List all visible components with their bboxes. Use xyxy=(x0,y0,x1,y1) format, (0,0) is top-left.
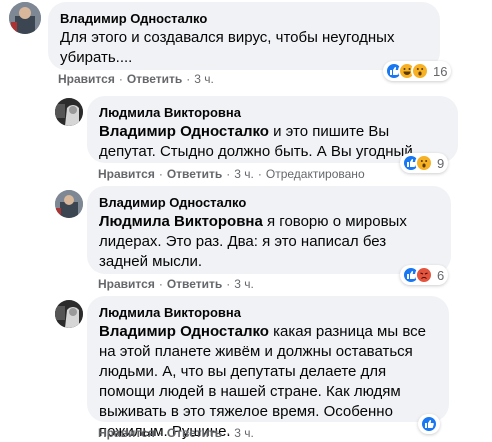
comment-author[interactable]: Владимир Односталко xyxy=(99,194,439,211)
timestamp[interactable]: 3 ч. xyxy=(194,72,214,86)
comment-actions: Нравится · Ответить · 3 ч. xyxy=(98,277,254,291)
reply-button[interactable]: Ответить xyxy=(167,167,222,181)
reaction-count: 6 xyxy=(437,267,445,283)
comment-actions: Нравится · Ответить · 3 ч. · Отредактировано xyxy=(98,167,365,181)
comment-text: Людмила Викторовна я говорю о мировых ли… xyxy=(99,213,407,270)
reactions-summary[interactable]: 16 xyxy=(383,61,452,81)
like-button[interactable]: Нравится xyxy=(98,167,155,181)
wow-icon xyxy=(411,62,429,80)
comment-bubble: Людмила Викторовна Владимир Односталко и… xyxy=(87,96,458,163)
like-button[interactable]: Нравится xyxy=(98,277,155,291)
comment-bubble: Владимир Односталко Людмила Викторовна я… xyxy=(87,186,451,274)
comment-author[interactable]: Людмила Викторовна xyxy=(99,104,446,121)
timestamp[interactable]: 3 ч. xyxy=(234,167,254,181)
like-button[interactable]: Нравится xyxy=(58,72,115,86)
mention-link[interactable]: Владимир Односталко xyxy=(99,123,269,140)
mention-link[interactable]: Владимир Односталко xyxy=(99,323,269,340)
comment-text: Владимир Односталко и это пишите Вы депу… xyxy=(99,123,430,160)
avatar[interactable] xyxy=(9,2,41,34)
avatar[interactable] xyxy=(55,300,83,328)
reaction-count: 9 xyxy=(437,155,445,171)
comment-text: Для этого и создавался вирус, чтобы неуг… xyxy=(60,29,395,66)
mention-link[interactable]: Людмила Викторовна xyxy=(99,213,263,230)
comment-author[interactable]: Владимир Односталко xyxy=(60,10,428,27)
timestamp[interactable]: 3 ч. xyxy=(234,277,254,291)
avatar[interactable] xyxy=(55,98,83,126)
reactions-summary[interactable]: 6 xyxy=(400,265,449,285)
edited-label[interactable]: Отредактировано xyxy=(266,167,365,181)
comment-actions: Нравится · Ответить · 3 ч. xyxy=(98,426,254,440)
angry-icon xyxy=(415,266,433,284)
comment-bubble: Людмила Викторовна Владимир Односталко к… xyxy=(87,296,449,440)
like-icon xyxy=(420,415,438,433)
reply-button[interactable]: Ответить xyxy=(167,277,222,291)
timestamp[interactable]: 3 ч. xyxy=(234,426,254,440)
avatar[interactable] xyxy=(55,190,83,218)
reply-button[interactable]: Ответить xyxy=(167,426,222,440)
wow-icon xyxy=(415,154,433,172)
reactions-summary[interactable]: 9 xyxy=(400,153,449,173)
comment-actions: Нравится · Ответить · 3 ч. xyxy=(58,72,214,86)
reply-button[interactable]: Ответить xyxy=(127,72,182,86)
reaction-count: 16 xyxy=(433,63,448,79)
comment-bubble: Владимир Односталко Для этого и создавал… xyxy=(48,2,440,70)
reactions-summary[interactable] xyxy=(418,414,440,434)
like-button[interactable]: Нравится xyxy=(98,426,155,440)
comment-text: Владимир Односталко какая разница мы все… xyxy=(99,323,426,440)
comment-author[interactable]: Людмила Викторовна xyxy=(99,304,437,321)
